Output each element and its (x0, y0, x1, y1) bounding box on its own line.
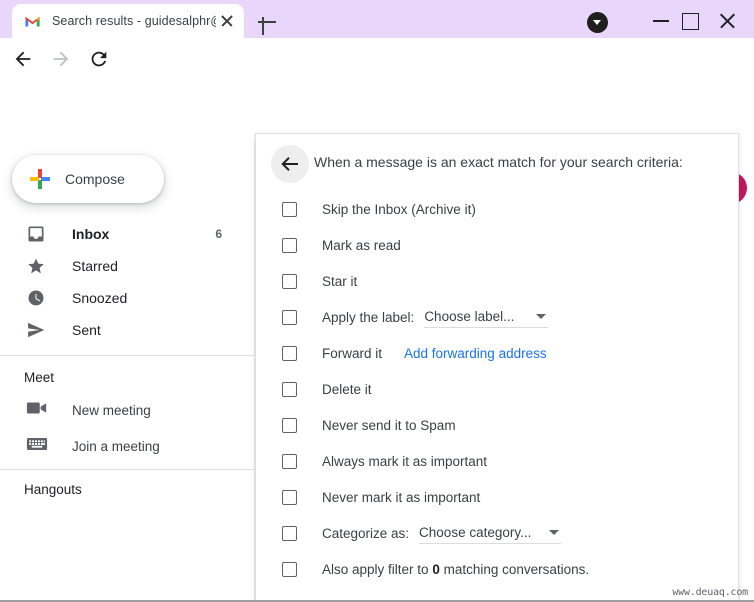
gmail-sidebar: Compose Inbox 6 Starred Snoozed (0, 142, 255, 602)
filter-option-forward-it[interactable]: Forward it Add forwarding address (256, 335, 740, 371)
filter-option-apply-label[interactable]: Apply the label: Choose label... (256, 299, 740, 335)
add-forwarding-address-link[interactable]: Add forwarding address (404, 346, 547, 361)
sidebar-item-sent[interactable]: Sent (0, 314, 244, 346)
inbox-unread-count: 6 (215, 227, 222, 241)
meet-section-title: Meet (24, 370, 54, 385)
maximize-window-button[interactable] (678, 12, 702, 28)
checkbox-apply-label[interactable] (282, 310, 297, 325)
checkbox-never-spam[interactable] (282, 418, 297, 433)
checkbox-forward-it[interactable] (282, 346, 297, 361)
sidebar-divider-2 (0, 469, 255, 470)
compose-label: Compose (65, 171, 125, 187)
filter-option-skip-inbox[interactable]: Skip the Inbox (Archive it) (256, 191, 740, 227)
filter-option-never-spam[interactable]: Never send it to Spam (256, 407, 740, 443)
label-never-important: Never mark it as important (322, 490, 480, 505)
sidebar-item-starred[interactable]: Starred (0, 250, 244, 282)
inbox-icon (26, 224, 46, 244)
label-apply-label: Apply the label: (322, 310, 414, 325)
keyboard-icon (26, 436, 48, 456)
label-delete-it: Delete it (322, 382, 372, 397)
checkbox-categorize-as[interactable] (282, 526, 297, 541)
label-mark-as-read: Mark as read (322, 238, 401, 253)
back-to-search-button[interactable] (271, 145, 309, 183)
video-camera-icon (26, 400, 48, 420)
chevron-down-icon (536, 314, 546, 319)
checkbox-delete-it[interactable] (282, 382, 297, 397)
compose-button[interactable]: Compose (12, 155, 164, 203)
meet-label-new-meeting: New meeting (72, 403, 151, 418)
back-button[interactable] (12, 48, 34, 70)
sidebar-item-join-meeting[interactable]: Join a meeting (26, 436, 160, 456)
checkbox-apply-to-existing[interactable] (282, 562, 297, 577)
filter-options-list: Skip the Inbox (Archive it) Mark as read… (256, 191, 740, 587)
label-skip-inbox: Skip the Inbox (Archive it) (322, 202, 476, 217)
choose-label-value: Choose label... (424, 309, 514, 324)
checkbox-mark-as-read[interactable] (282, 238, 297, 253)
reload-button[interactable] (88, 48, 110, 70)
forward-button[interactable] (50, 48, 72, 70)
back-arrow-icon (280, 156, 300, 172)
label-categorize-as: Categorize as: (322, 526, 409, 541)
filter-option-always-important[interactable]: Always mark it as important (256, 443, 740, 479)
checkbox-always-important[interactable] (282, 454, 297, 469)
filter-option-star-it[interactable]: Star it (256, 263, 740, 299)
close-window-button[interactable] (716, 12, 740, 28)
browser-toolbar: mail.google.com/mail/u/0/?tab=rm&ogbl#cr… (0, 38, 754, 78)
choose-category-dropdown[interactable]: Choose category... (419, 522, 561, 544)
filter-option-never-important[interactable]: Never mark it as important (256, 479, 740, 515)
sidebar-label-inbox: Inbox (72, 226, 109, 242)
create-filter-dialog: When a message is an exact match for you… (255, 133, 739, 602)
filter-option-categorize-as[interactable]: Categorize as: Choose category... (256, 515, 740, 551)
clock-icon (26, 288, 46, 308)
checkbox-star-it[interactable] (282, 274, 297, 289)
dialog-header: When a message is an exact match for you… (256, 134, 738, 191)
sidebar-item-inbox[interactable]: Inbox 6 (0, 218, 244, 250)
filter-option-mark-as-read[interactable]: Mark as read (256, 227, 740, 263)
sidebar-label-starred: Starred (72, 258, 118, 274)
choose-label-dropdown[interactable]: Choose label... (424, 306, 548, 328)
sidebar-item-snoozed[interactable]: Snoozed (0, 282, 244, 314)
sidebar-nav-list: Inbox 6 Starred Snoozed Sent (0, 218, 244, 346)
download-caret-icon[interactable] (587, 12, 608, 33)
label-forward-it: Forward it (322, 346, 382, 361)
label-always-important: Always mark it as important (322, 454, 487, 469)
sidebar-label-sent: Sent (72, 322, 101, 338)
site-watermark: www.deuaq.com (672, 587, 748, 598)
compose-plus-icon (27, 166, 53, 192)
browser-title-bar: Search results - guidesalphr@gm (0, 0, 754, 38)
sidebar-item-new-meeting[interactable]: New meeting (26, 400, 151, 420)
checkbox-never-important[interactable] (282, 490, 297, 505)
browser-window: Search results - guidesalphr@gm mail.goo… (0, 0, 754, 602)
hangouts-section-title: Hangouts (24, 482, 82, 497)
close-tab-icon[interactable] (218, 12, 236, 30)
label-star-it: Star it (322, 274, 357, 289)
tab-title: Search results - guidesalphr@gm (52, 14, 216, 28)
meet-label-join-meeting: Join a meeting (72, 439, 160, 454)
send-icon (26, 320, 46, 340)
choose-category-value: Choose category... (419, 525, 531, 540)
checkbox-skip-inbox[interactable] (282, 202, 297, 217)
chevron-down-icon (549, 530, 559, 535)
browser-tab[interactable]: Search results - guidesalphr@gm (12, 4, 244, 38)
label-never-spam: Never send it to Spam (322, 418, 456, 433)
filter-option-delete-it[interactable]: Delete it (256, 371, 740, 407)
sidebar-divider-1 (0, 355, 255, 356)
minimize-window-button[interactable] (650, 12, 674, 28)
sidebar-label-snoozed: Snoozed (72, 290, 127, 306)
gmail-favicon-icon (24, 13, 41, 30)
label-apply-to-existing: Also apply filter to 0 matching conversa… (322, 562, 589, 577)
dialog-title: When a message is an exact match for you… (314, 154, 683, 170)
star-icon (26, 256, 46, 276)
filter-option-apply-to-existing[interactable]: Also apply filter to 0 matching conversa… (256, 551, 740, 587)
new-tab-button[interactable] (254, 9, 280, 35)
